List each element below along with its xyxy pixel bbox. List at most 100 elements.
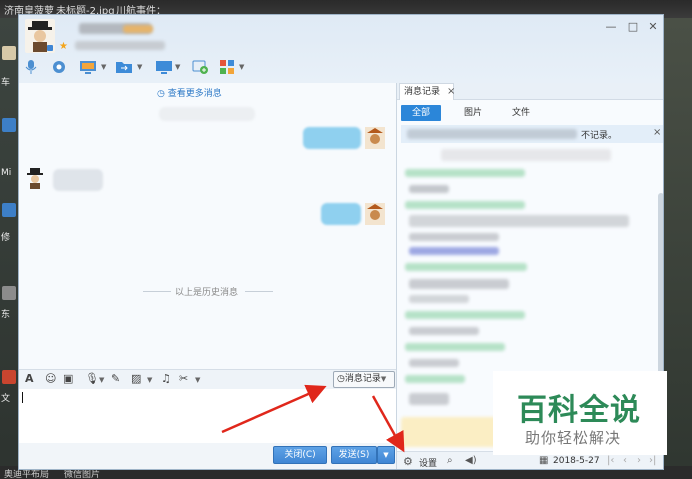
- settings-label[interactable]: 设置: [419, 456, 437, 469]
- tab-label: 消息记录: [404, 87, 441, 97]
- message-history-label: 消息记录: [344, 374, 381, 384]
- chevron-down-icon[interactable]: ▼: [137, 63, 142, 71]
- speaker-icon[interactable]: ◀): [465, 455, 477, 466]
- history-entry: [409, 247, 499, 255]
- desktop-icon-label: 车: [1, 78, 11, 88]
- clock-icon: ◷: [337, 374, 345, 384]
- desktop-icon-label: 修: [1, 233, 11, 243]
- voice-message-icon[interactable]: 🎙: [85, 373, 99, 385]
- more-messages-label: 查看更多消息: [167, 89, 222, 99]
- date-label[interactable]: 2018-5-27: [553, 456, 600, 466]
- gear-icon[interactable]: ⚙: [403, 455, 413, 468]
- history-entry: [409, 185, 449, 193]
- history-divider-text: 以上是历史消息: [175, 288, 239, 298]
- history-entry: [409, 215, 629, 227]
- message-input[interactable]: [19, 389, 396, 443]
- video-call-icon[interactable]: [51, 59, 67, 75]
- close-icon[interactable]: ×: [447, 84, 455, 100]
- font-icon[interactable]: A: [25, 373, 34, 385]
- self-avatar-icon: [365, 203, 385, 225]
- history-entry: [409, 295, 469, 303]
- history-entry: [405, 375, 465, 383]
- close-button[interactable]: 关闭(C): [273, 446, 327, 464]
- filter-files[interactable]: 文件: [501, 105, 541, 121]
- screen-share-icon[interactable]: [155, 59, 173, 75]
- self-avatar-icon: [365, 127, 385, 149]
- more-messages-link[interactable]: ◷ 查看更多消息: [157, 86, 222, 99]
- apps-grid-icon[interactable]: [219, 59, 235, 75]
- send-button[interactable]: 发送(S): [331, 446, 377, 464]
- message-bubble-contact[interactable]: [53, 169, 103, 191]
- watermark-sub-text: 助你轻松解决: [525, 429, 622, 447]
- divider-line: [143, 291, 171, 292]
- desktop-left-edge: 车 Mi 修 东 文: [0, 18, 18, 479]
- timestamp-redacted: [159, 107, 255, 121]
- first-page-icon[interactable]: |‹: [607, 455, 614, 466]
- message-bubble-self[interactable]: [321, 203, 361, 225]
- desktop-app-icon[interactable]: [2, 46, 16, 60]
- chevron-down-icon[interactable]: ▼: [175, 63, 180, 71]
- text-cursor: [22, 392, 23, 403]
- notice-text: 不记录。: [581, 131, 618, 141]
- last-page-icon[interactable]: ›|: [649, 455, 656, 466]
- chevron-down-icon[interactable]: ▼: [195, 376, 200, 384]
- next-page-icon[interactable]: ›: [637, 455, 641, 466]
- close-icon[interactable]: ×: [653, 127, 661, 138]
- send-options-chevron-icon[interactable]: ▼: [377, 446, 395, 464]
- music-icon[interactable]: ♫: [161, 373, 171, 385]
- star-level-icon: ★: [59, 41, 68, 52]
- desktop-app-icon[interactable]: [2, 118, 16, 132]
- close-window-button[interactable]: ✕: [647, 21, 659, 33]
- search-icon[interactable]: ⌕: [447, 455, 453, 466]
- tab-message-history[interactable]: 消息记录 ×: [399, 83, 455, 100]
- scissors-icon[interactable]: ✂: [179, 373, 188, 385]
- clock-icon: ◷: [157, 89, 165, 99]
- minimize-button[interactable]: —: [605, 21, 617, 33]
- chevron-down-icon[interactable]: ▼: [147, 376, 152, 384]
- history-entry: [409, 327, 479, 335]
- image-icon[interactable]: ▨: [131, 373, 141, 385]
- desktop-app-icon[interactable]: [2, 203, 16, 217]
- history-entry: [405, 201, 525, 209]
- contact-tag-redacted: [123, 25, 153, 33]
- history-entry: [405, 311, 525, 319]
- calendar-icon[interactable]: ▦: [539, 455, 548, 466]
- history-entry: [409, 359, 459, 367]
- chevron-down-icon[interactable]: ▼: [239, 63, 244, 71]
- notice-text-redacted: [407, 129, 577, 139]
- divider-line: [245, 291, 273, 292]
- chevron-down-icon: ▼: [380, 375, 387, 383]
- desktop-app-icon[interactable]: [2, 370, 16, 384]
- prev-page-icon[interactable]: ‹: [623, 455, 627, 466]
- panel-tab-strip: 消息记录 ×: [397, 83, 663, 100]
- date-separator-redacted: [441, 149, 611, 161]
- history-entry: [405, 343, 505, 351]
- desktop-icon-label: Mi: [1, 168, 12, 178]
- group-add-icon[interactable]: [191, 59, 209, 75]
- watermark-logo: 百科全说 助你轻松解决: [493, 371, 667, 455]
- filter-images[interactable]: 图片: [453, 105, 493, 121]
- history-entry: [409, 233, 499, 241]
- desktop-icon-label: 文: [1, 394, 11, 404]
- send-bar: 关闭(C) 发送(S) ▼: [19, 443, 396, 469]
- desktop-right-edge: [664, 18, 692, 479]
- remote-desktop-icon[interactable]: [79, 59, 97, 75]
- edit-icon[interactable]: ✎: [111, 373, 120, 385]
- desktop-app-icon[interactable]: [2, 286, 16, 300]
- history-entry: [409, 393, 449, 405]
- emoji-icon[interactable]: ☺: [45, 373, 56, 385]
- gif-icon[interactable]: ▣: [63, 373, 73, 385]
- message-bubble-self[interactable]: [303, 127, 361, 149]
- history-entry: [409, 279, 509, 289]
- history-entry-highlight: [401, 417, 501, 447]
- notice-banner: 不记录。 ×: [401, 125, 663, 143]
- maximize-button[interactable]: □: [627, 21, 639, 33]
- filter-all[interactable]: 全部: [401, 105, 441, 121]
- message-history-button[interactable]: ◷消息记录▼: [333, 371, 395, 388]
- chevron-down-icon[interactable]: ▼: [101, 63, 106, 71]
- chevron-down-icon[interactable]: ▼: [99, 376, 104, 384]
- history-entry: [405, 169, 525, 177]
- microphone-icon[interactable]: [25, 59, 37, 75]
- folder-transfer-icon[interactable]: [115, 59, 133, 75]
- desktop-icon-label: 东: [1, 310, 11, 320]
